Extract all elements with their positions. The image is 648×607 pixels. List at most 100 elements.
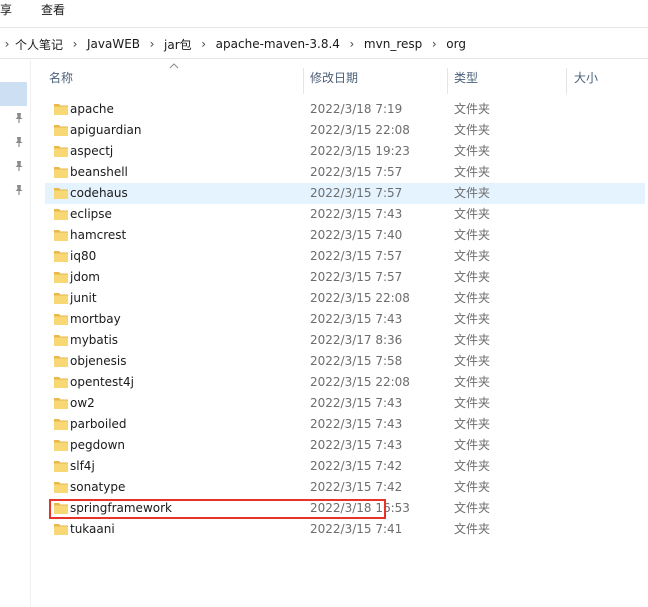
breadcrumb-item[interactable]: JavaWEB	[86, 37, 141, 51]
file-date: 2022/3/15 7:43	[310, 417, 403, 431]
file-name: ow2	[70, 396, 95, 410]
list-item[interactable]: sonatype 2022/3/15 7:42 文件夹	[45, 477, 645, 498]
list-item[interactable]: pegdown 2022/3/15 7:43 文件夹	[45, 435, 645, 456]
breadcrumb-item[interactable]: 个人笔记	[14, 36, 64, 53]
column-header-name[interactable]: 名称	[49, 60, 73, 96]
list-item[interactable]: eclipse 2022/3/15 7:43 文件夹	[45, 204, 645, 225]
list-item[interactable]: slf4j 2022/3/15 7:42 文件夹	[45, 456, 645, 477]
pin-icon[interactable]	[13, 184, 25, 196]
chevron-right-icon[interactable]: ›	[341, 37, 363, 51]
file-type: 文件夹	[454, 375, 491, 389]
file-list[interactable]: 名称 修改日期 类型 大小 apache 2022/3/18 7:19 文件夹 api…	[31, 60, 648, 607]
file-name: apache	[70, 102, 114, 116]
file-name: hamcrest	[70, 228, 127, 242]
folder-icon	[54, 188, 68, 199]
folder-icon	[54, 524, 68, 535]
file-name: aspectj	[70, 144, 114, 158]
list-item[interactable]: jdom 2022/3/15 7:57 文件夹	[45, 267, 645, 288]
ribbon-tab-view[interactable]: 查看	[41, 1, 65, 19]
breadcrumb-item[interactable]: jar包	[163, 36, 193, 53]
navigation-pane[interactable]	[0, 60, 31, 607]
list-item[interactable]: apiguardian 2022/3/15 22:08 文件夹	[45, 120, 645, 141]
file-name: tukaani	[70, 522, 115, 536]
folder-icon	[54, 335, 68, 346]
nav-selected-item[interactable]	[0, 82, 27, 106]
file-type: 文件夹	[454, 228, 491, 242]
file-type: 文件夹	[454, 480, 491, 494]
file-date: 2022/3/15 7:57	[310, 186, 403, 200]
file-date: 2022/3/15 19:23	[310, 144, 410, 158]
file-name: codehaus	[70, 186, 128, 200]
column-header-date[interactable]: 修改日期	[310, 60, 358, 96]
folder-icon	[54, 461, 68, 472]
file-name: beanshell	[70, 165, 128, 179]
folder-icon	[54, 209, 68, 220]
list-item[interactable]: codehaus 2022/3/15 7:57 文件夹	[45, 183, 645, 204]
file-type: 文件夹	[454, 144, 491, 158]
file-name: eclipse	[70, 207, 112, 221]
column-divider[interactable]	[303, 68, 304, 94]
list-item[interactable]: tukaani 2022/3/15 7:41 文件夹	[45, 519, 645, 540]
file-date: 2022/3/15 22:08	[310, 291, 410, 305]
ribbon-tab-share[interactable]: 享	[0, 1, 12, 19]
chevron-right-icon[interactable]: ›	[141, 37, 163, 51]
file-date: 2022/3/15 7:43	[310, 438, 403, 452]
file-type: 文件夹	[454, 312, 491, 326]
address-bar[interactable]: › 个人笔记 › JavaWEB › jar包 › apache-maven-3.8.4 › mv…	[0, 27, 648, 59]
chevron-right-icon[interactable]: ›	[193, 37, 215, 51]
breadcrumb-item[interactable]: mvn_resp	[363, 37, 423, 51]
file-type: 文件夹	[454, 186, 491, 200]
file-type: 文件夹	[454, 207, 491, 221]
folder-icon	[54, 293, 68, 304]
list-item[interactable]: opentest4j 2022/3/15 22:08 文件夹	[45, 372, 645, 393]
list-item[interactable]: springframework 2022/3/18 16:53 文件夹	[45, 498, 645, 519]
sort-up-icon	[169, 63, 179, 69]
folder-icon	[54, 251, 68, 262]
list-item[interactable]: junit 2022/3/15 22:08 文件夹	[45, 288, 645, 309]
list-item[interactable]: beanshell 2022/3/15 7:57 文件夹	[45, 162, 645, 183]
file-name: objenesis	[70, 354, 127, 368]
chevron-right-icon[interactable]: ›	[64, 37, 86, 51]
pin-icon[interactable]	[13, 112, 25, 124]
file-type: 文件夹	[454, 438, 491, 452]
file-date: 2022/3/15 7:57	[310, 249, 403, 263]
column-header-size[interactable]: 大小	[574, 60, 598, 96]
list-item[interactable]: objenesis 2022/3/15 7:58 文件夹	[45, 351, 645, 372]
list-item[interactable]: hamcrest 2022/3/15 7:40 文件夹	[45, 225, 645, 246]
list-item[interactable]: ow2 2022/3/15 7:43 文件夹	[45, 393, 645, 414]
folder-icon	[54, 503, 68, 514]
list-item[interactable]: mybatis 2022/3/17 8:36 文件夹	[45, 330, 645, 351]
file-date: 2022/3/15 7:57	[310, 165, 403, 179]
folder-icon	[54, 482, 68, 493]
folder-icon	[54, 377, 68, 388]
file-type: 文件夹	[454, 354, 491, 368]
file-name: pegdown	[70, 438, 125, 452]
pin-icon[interactable]	[13, 136, 25, 148]
list-item[interactable]: iq80 2022/3/15 7:57 文件夹	[45, 246, 645, 267]
chevron-right-icon[interactable]: ›	[423, 37, 445, 51]
folder-icon	[54, 419, 68, 430]
list-item[interactable]: mortbay 2022/3/15 7:43 文件夹	[45, 309, 645, 330]
file-type: 文件夹	[454, 102, 491, 116]
file-type: 文件夹	[454, 522, 491, 536]
file-name: springframework	[70, 501, 172, 515]
file-date: 2022/3/15 7:58	[310, 354, 403, 368]
chevron-right-icon[interactable]: ›	[0, 37, 14, 51]
file-date: 2022/3/15 7:43	[310, 396, 403, 410]
file-type: 文件夹	[454, 270, 491, 284]
column-header-type[interactable]: 类型	[454, 60, 478, 96]
list-item[interactable]: aspectj 2022/3/15 19:23 文件夹	[45, 141, 645, 162]
file-type: 文件夹	[454, 417, 491, 431]
column-divider[interactable]	[447, 68, 448, 94]
column-divider[interactable]	[566, 68, 567, 94]
folder-icon	[54, 398, 68, 409]
file-name: slf4j	[70, 459, 95, 473]
list-item[interactable]: parboiled 2022/3/15 7:43 文件夹	[45, 414, 645, 435]
file-name: apiguardian	[70, 123, 142, 137]
pin-icon[interactable]	[13, 160, 25, 172]
breadcrumb-item[interactable]: apache-maven-3.8.4	[215, 37, 341, 51]
list-item[interactable]: apache 2022/3/18 7:19 文件夹	[45, 99, 645, 120]
folder-icon	[54, 440, 68, 451]
breadcrumb-item[interactable]: org	[445, 37, 467, 51]
file-date: 2022/3/15 22:08	[310, 375, 410, 389]
